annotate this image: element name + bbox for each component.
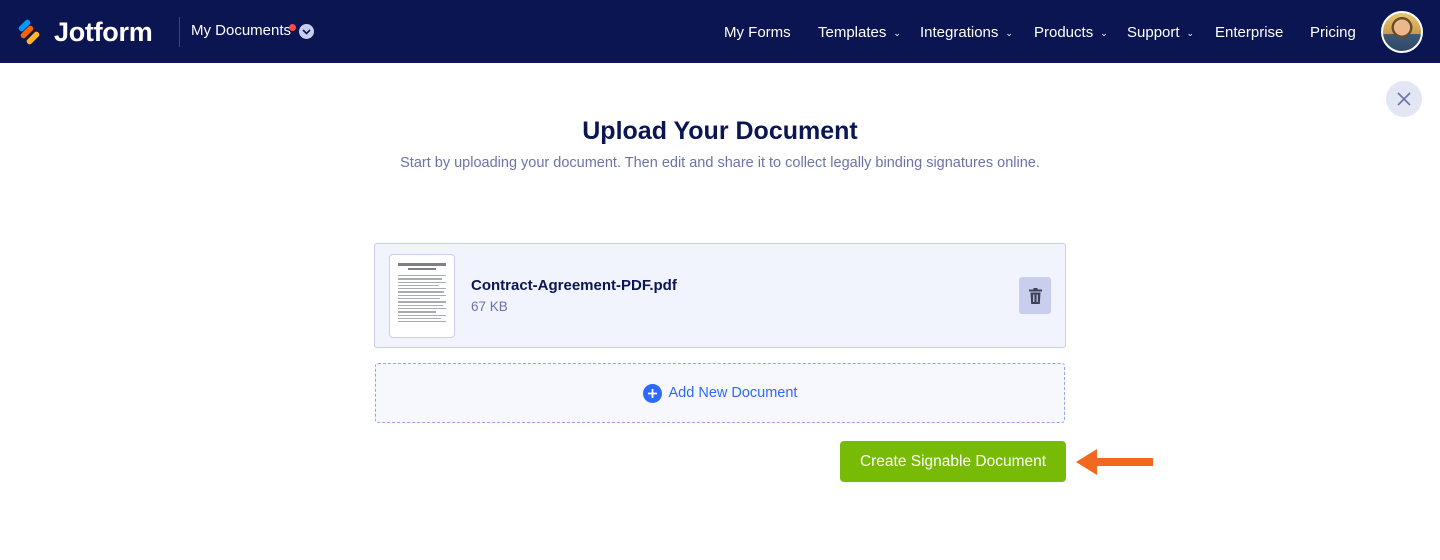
chevron-down-icon: ⌄ — [893, 27, 901, 38]
page-subtitle: Start by uploading your document. Then e… — [400, 155, 1040, 171]
file-size: 67 KB — [471, 299, 508, 314]
jotform-logo-icon — [18, 19, 40, 45]
nav-label: My Forms — [724, 23, 791, 41]
top-navigation-bar: Jotform My Documents My Forms Templates … — [0, 0, 1440, 63]
create-signable-document-button[interactable]: Create Signable Document — [840, 441, 1066, 482]
nav-enterprise[interactable]: Enterprise — [1215, 23, 1283, 41]
my-documents-menu[interactable]: My Documents — [191, 22, 291, 39]
nav-label: Products — [1034, 23, 1094, 41]
add-new-document-label: Add New Document — [668, 385, 798, 401]
trash-icon — [1028, 287, 1042, 304]
nav-label: Enterprise — [1215, 23, 1284, 41]
header-divider — [179, 17, 180, 47]
page-title: Upload Your Document — [582, 117, 858, 145]
document-thumbnail — [389, 254, 455, 338]
nav-pricing[interactable]: Pricing — [1310, 23, 1356, 41]
nav-integrations[interactable]: Integrations ⌄ — [920, 23, 1013, 41]
jotform-logo[interactable]: Jotform — [17, 17, 153, 48]
chevron-down-icon: ⌄ — [1005, 27, 1013, 38]
nav-label: Pricing — [1310, 23, 1356, 41]
nav-label: Templates — [818, 23, 887, 41]
my-documents-label: My Documents — [191, 22, 292, 39]
chevron-down-icon: ⌄ — [1186, 27, 1195, 38]
close-button[interactable] — [1386, 81, 1422, 117]
chevron-down-icon[interactable] — [299, 24, 314, 39]
plus-circle-icon — [642, 383, 662, 403]
nav-my-forms[interactable]: My Forms — [724, 23, 791, 41]
close-icon — [1397, 92, 1411, 106]
user-avatar[interactable] — [1381, 11, 1423, 53]
nav-label: Support — [1127, 23, 1180, 41]
nav-products[interactable]: Products ⌄ — [1034, 23, 1108, 41]
uploaded-file-card: Contract-Agreement-PDF.pdf 67 KB — [374, 243, 1066, 348]
file-name: Contract-Agreement-PDF.pdf — [471, 277, 677, 294]
add-new-document-button[interactable]: Add New Document — [375, 363, 1065, 423]
nav-label: Integrations — [920, 23, 999, 41]
chevron-down-icon: ⌄ — [1100, 27, 1108, 38]
delete-file-button[interactable] — [1019, 277, 1051, 314]
brand-name: Jotform — [54, 17, 153, 47]
nav-support[interactable]: Support ⌄ — [1127, 23, 1194, 41]
arrow-left-icon — [1076, 449, 1153, 475]
notification-dot — [289, 24, 296, 31]
nav-templates[interactable]: Templates ⌄ — [818, 23, 901, 41]
